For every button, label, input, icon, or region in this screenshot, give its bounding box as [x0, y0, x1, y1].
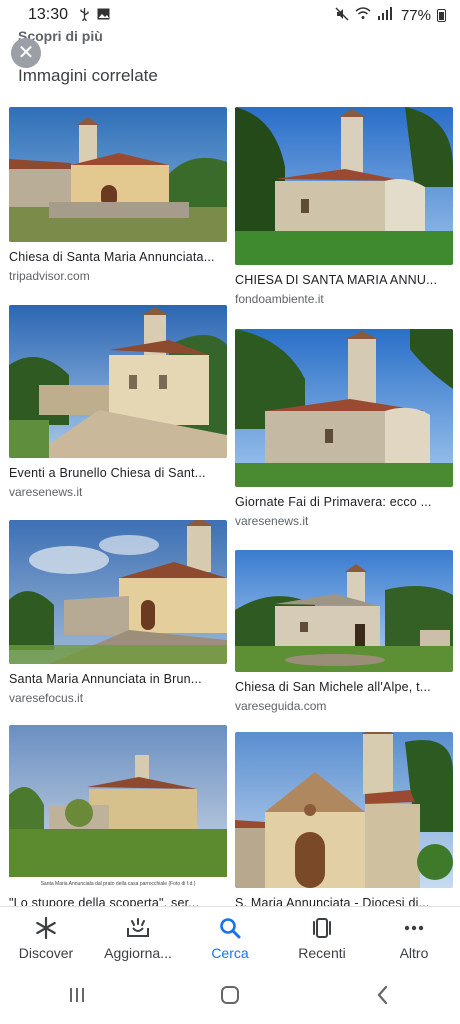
result-title: Eventi a Brunello Chiesa di Sant... — [9, 466, 206, 480]
result-source: varesenews.it — [9, 485, 83, 499]
result-image[interactable] — [235, 550, 453, 672]
more-dots-icon — [402, 915, 426, 941]
result-image[interactable] — [9, 107, 227, 242]
nav-search[interactable]: Cerca — [186, 915, 274, 961]
google-app-page: 13:30 77% Scopri di più ✕ Immagini corre… — [0, 0, 460, 1024]
result-image[interactable] — [235, 107, 453, 265]
nav-label: Aggiorna... — [104, 945, 172, 961]
result-image[interactable] — [9, 520, 227, 664]
image-caption-text: Santa Maria Annunciata dal prato della c… — [41, 881, 196, 887]
result-source: varesenews.it — [235, 514, 309, 528]
result-title: CHIESA DI SANTA MARIA ANNU... — [235, 273, 438, 287]
back-icon[interactable] — [372, 984, 394, 1011]
result-title: Chiesa di Santa Maria Annunciata... — [9, 250, 215, 264]
result-source: varesefocus.it — [9, 691, 84, 705]
result-image[interactable] — [235, 329, 453, 487]
result-image[interactable]: Santa Maria Annunciata dal prato della c… — [9, 725, 227, 888]
result-source: fondoambiente.it — [235, 292, 324, 306]
result-card[interactable]: Giornate Fai di Primavera: ecco ... vare… — [235, 329, 453, 528]
nav-updates[interactable]: Aggiorna... — [94, 915, 182, 961]
nav-label: Recenti — [298, 945, 346, 961]
asterisk-icon — [34, 915, 58, 941]
status-bar: 13:30 77% — [0, 0, 460, 30]
result-image[interactable] — [9, 305, 227, 458]
nav-label: Discover — [18, 945, 74, 961]
mute-icon — [335, 7, 349, 24]
result-card[interactable]: CHIESA DI SANTA MARIA ANNU... fondoambie… — [235, 107, 453, 306]
result-source: vareseguida.com — [235, 699, 327, 713]
nav-more[interactable]: Altro — [370, 915, 458, 961]
close-icon: ✕ — [17, 42, 35, 64]
search-icon — [218, 915, 242, 941]
bottom-navigation: Discover Aggiorna... Cerca Recenti Altro — [0, 906, 460, 970]
status-time: 13:30 — [28, 6, 69, 23]
system-navigation-bar — [0, 970, 460, 1024]
result-card[interactable]: Chiesa di Santa Maria Annunciata... trip… — [9, 107, 227, 283]
result-title: Santa Maria Annunciata in Brun... — [9, 672, 202, 686]
wifi-icon — [355, 7, 371, 23]
close-button[interactable]: ✕ — [11, 38, 41, 68]
result-card[interactable]: Eventi a Brunello Chiesa di Sant... vare… — [9, 305, 227, 499]
related-images-title: Immagini correlate — [18, 66, 158, 85]
battery-percent: 77% — [400, 6, 431, 24]
result-title: Giornate Fai di Primavera: ecco ... — [235, 495, 432, 509]
battery-icon — [437, 8, 446, 22]
usb-icon — [78, 7, 91, 24]
result-image[interactable] — [235, 732, 453, 888]
result-card[interactable]: Santa Maria Annunciata dal prato della c… — [9, 725, 227, 910]
nav-discover[interactable]: Discover — [2, 915, 90, 961]
result-card[interactable]: Santa Maria Annunciata in Brun... varese… — [9, 520, 227, 705]
result-card[interactable]: S. Maria Annunciata - Diocesi di... — [235, 732, 453, 910]
updates-icon — [125, 915, 151, 941]
recent-tabs-icon — [310, 915, 334, 941]
result-title: Chiesa di San Michele all'Alpe, t... — [235, 680, 431, 694]
result-source: tripadvisor.com — [9, 269, 90, 283]
recent-apps-icon[interactable] — [66, 985, 88, 1010]
signal-icon — [377, 7, 395, 23]
nav-recent[interactable]: Recenti — [278, 915, 366, 961]
nav-label: Altro — [399, 945, 429, 961]
gallery-icon — [97, 8, 110, 23]
nav-label: Cerca — [211, 945, 249, 961]
home-icon[interactable] — [219, 984, 241, 1011]
result-card[interactable]: Chiesa di San Michele all'Alpe, t... var… — [235, 550, 453, 713]
